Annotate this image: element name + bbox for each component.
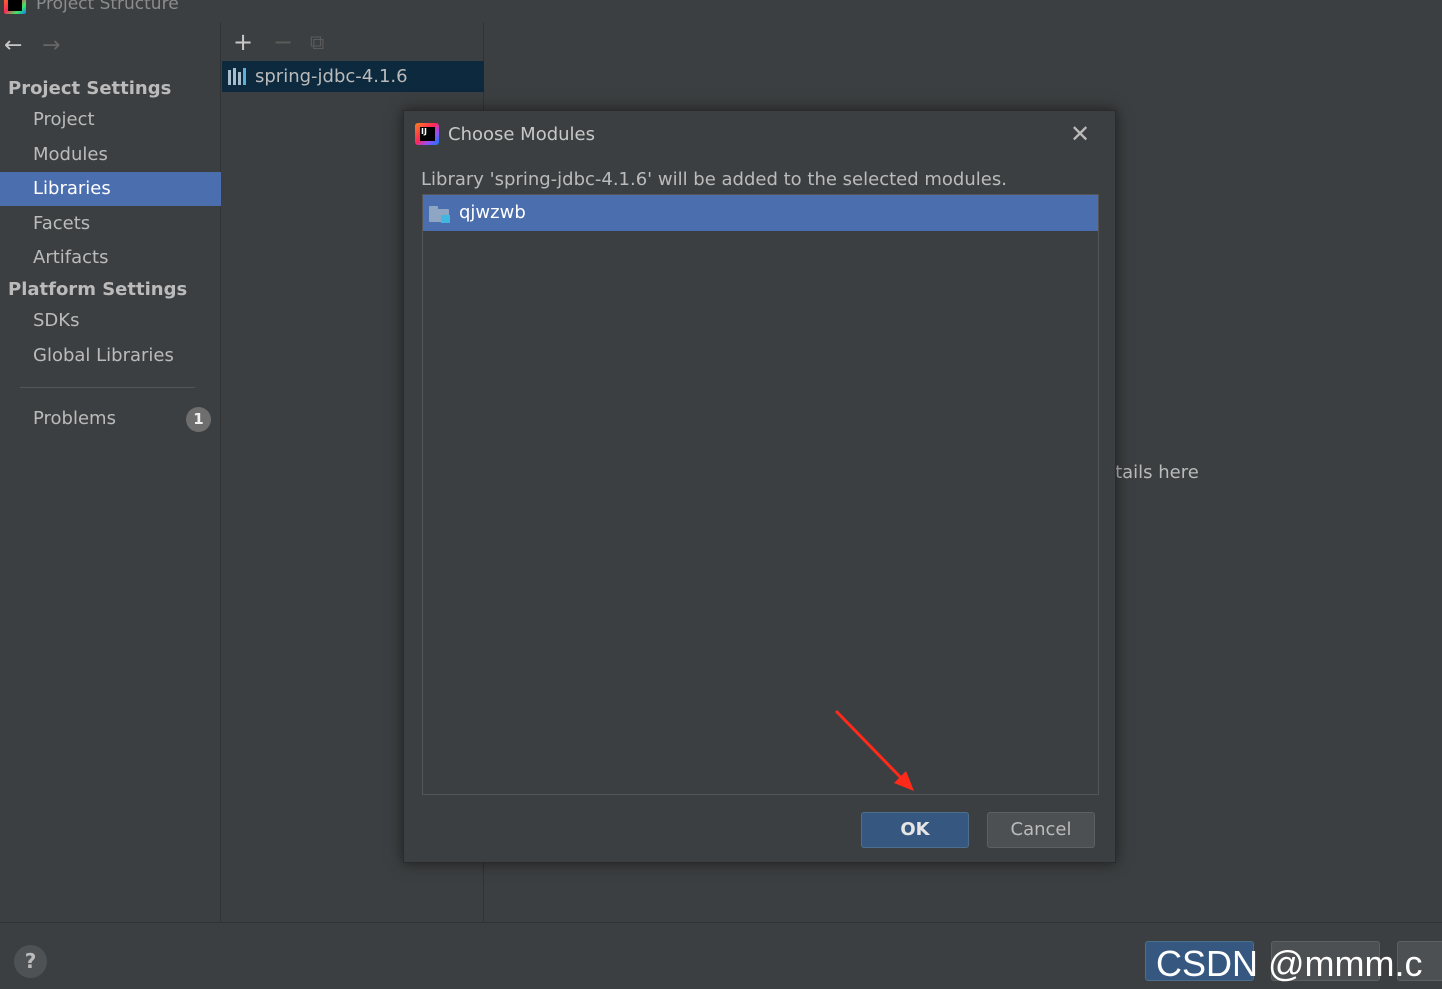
minus-icon[interactable]: − [273, 29, 293, 55]
sidebar-item-global-libraries[interactable]: Global Libraries [0, 339, 221, 373]
module-list-item[interactable]: qjwzwb [423, 195, 1098, 231]
project-structure-sidebar: ← → Project Settings Project Modules Lib… [0, 22, 221, 922]
window-title: Project Structure [36, 0, 179, 14]
project-settings-header: Project Settings [8, 78, 172, 99]
sidebar-item-libraries[interactable]: Libraries [0, 172, 221, 206]
problems-count-badge: 1 [186, 407, 211, 432]
dialog-title: Choose Modules [448, 124, 596, 145]
annotation-arrow-icon [834, 709, 914, 791]
library-list-item[interactable]: spring-jdbc-4.1.6 [222, 61, 484, 92]
sidebar-item-project[interactable]: Project [0, 103, 221, 137]
sidebar-item-artifacts[interactable]: Artifacts [0, 241, 221, 275]
module-name: qjwzwb [459, 202, 526, 223]
plus-icon[interactable]: + [233, 29, 253, 55]
sidebar-item-modules[interactable]: Modules [0, 138, 221, 172]
library-name: spring-jdbc-4.1.6 [255, 66, 408, 87]
arrow-right-icon[interactable]: → [42, 33, 60, 58]
copy-icon[interactable]: ⧉ [310, 29, 324, 55]
window-title-bar: Project Structure [0, 0, 1442, 22]
sidebar-divider [20, 387, 195, 388]
sidebar-item-facets[interactable]: Facets [0, 207, 221, 241]
intellij-logo-icon [4, 0, 26, 14]
module-folder-icon [429, 206, 451, 223]
arrow-left-icon[interactable]: ← [4, 33, 22, 58]
help-button[interactable]: ? [14, 945, 47, 978]
dialog-message: Library 'spring-jdbc-4.1.6' will be adde… [421, 169, 1007, 190]
platform-settings-header: Platform Settings [8, 279, 188, 300]
bottom-bar: ? CSDN @mmm.c [0, 922, 1442, 989]
module-list[interactable]: qjwzwb [422, 194, 1099, 795]
cancel-button[interactable]: Cancel [987, 812, 1095, 848]
library-icon [228, 68, 250, 85]
choose-modules-dialog: Choose Modules ✕ Library 'spring-jdbc-4.… [403, 110, 1116, 863]
ok-button[interactable]: OK [861, 812, 969, 848]
intellij-logo-icon [415, 123, 439, 145]
sidebar-item-sdks[interactable]: SDKs [0, 304, 221, 338]
csdn-watermark: CSDN @mmm.c [1156, 943, 1423, 984]
details-hint-text: etails here [1112, 462, 1199, 483]
close-icon[interactable]: ✕ [1070, 121, 1090, 147]
